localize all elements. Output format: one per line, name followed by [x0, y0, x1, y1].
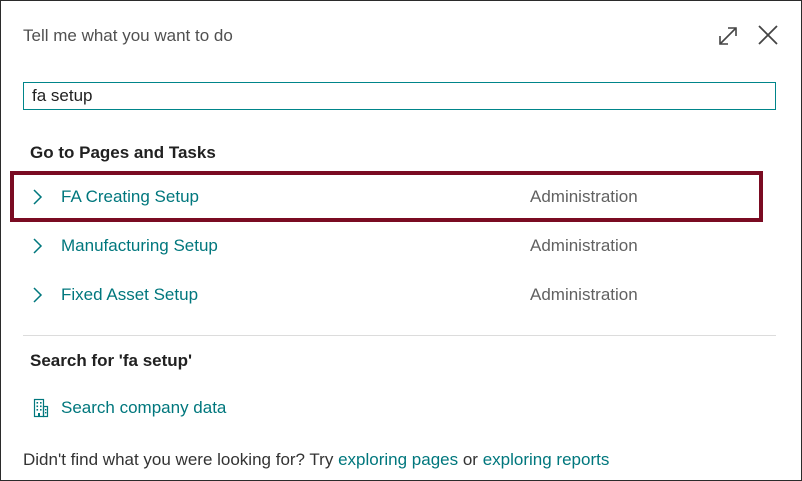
exploring-reports-link[interactable]: exploring reports — [483, 450, 610, 469]
search-input[interactable] — [23, 82, 776, 110]
tell-me-dialog: Tell me what you want to do Go to Pages … — [0, 0, 802, 481]
expand-diagonal-icon — [719, 27, 737, 45]
result-name: FA Creating Setup — [61, 187, 199, 206]
pages-section-heading: Go to Pages and Tasks — [30, 143, 216, 162]
result-manufacturing-setup[interactable]: Manufacturing Setup Administration — [15, 224, 775, 268]
exploring-pages-link[interactable]: exploring pages — [338, 450, 458, 469]
close-button[interactable] — [755, 22, 781, 48]
chevron-right-icon — [33, 189, 43, 205]
footer-prefix: Didn't find what you were looking for? T… — [23, 450, 334, 469]
result-fixed-asset-setup[interactable]: Fixed Asset Setup Administration — [15, 273, 775, 317]
building-icon — [33, 398, 49, 418]
search-section-heading: Search for 'fa setup' — [30, 351, 193, 370]
footer-text: Didn't find what you were looking for? T… — [23, 450, 609, 470]
result-category: Administration — [530, 236, 638, 255]
dialog-title: Tell me what you want to do — [23, 26, 233, 45]
result-name: Fixed Asset Setup — [61, 285, 199, 304]
result-name: Manufacturing Setup — [61, 236, 218, 255]
footer-conjunction: or — [462, 450, 478, 469]
result-fa-creating-setup[interactable]: FA Creating Setup Administration — [15, 175, 775, 219]
chevron-right-icon — [33, 238, 43, 254]
result-category: Administration — [530, 285, 638, 304]
search-company-data-button[interactable]: Search company data — [29, 387, 329, 431]
result-category: Administration — [530, 187, 638, 206]
chevron-right-icon — [33, 287, 43, 303]
section-divider — [23, 335, 776, 336]
expand-button[interactable] — [715, 23, 741, 49]
search-company-data-label: Search company data — [61, 398, 227, 417]
close-x-icon — [758, 25, 778, 45]
